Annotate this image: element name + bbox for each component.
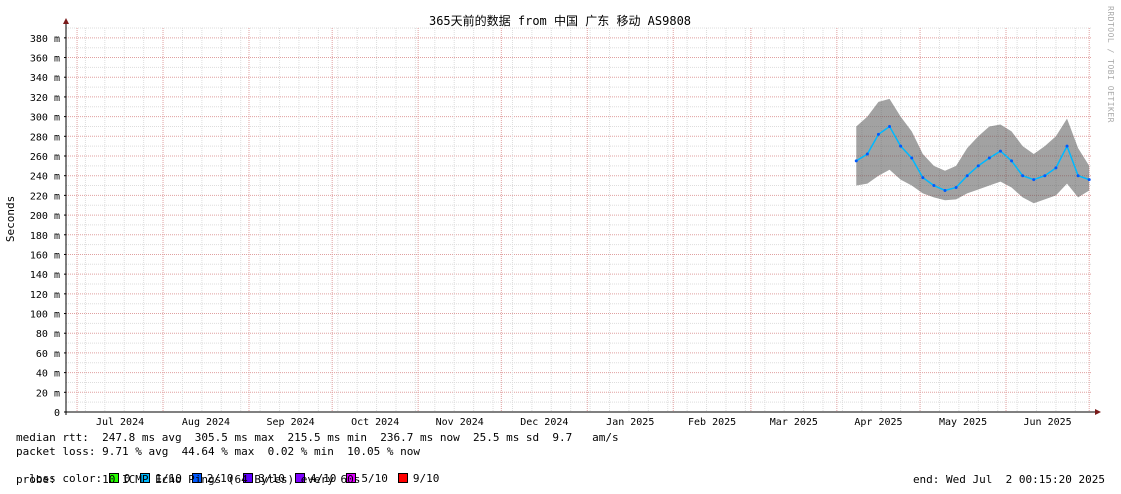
median-rtt-point xyxy=(899,144,903,148)
x-tick-label: Jan 2025 xyxy=(606,417,654,428)
y-tick-label: 280 m xyxy=(30,132,60,143)
median-rtt-point xyxy=(987,156,991,160)
y-tick-label: 320 m xyxy=(30,93,60,104)
y-tick-label: 180 m xyxy=(30,231,60,242)
rtt-range-band xyxy=(856,98,1090,204)
y-axis-label: Seconds xyxy=(4,196,17,242)
y-tick-label: 360 m xyxy=(30,54,60,65)
latency-chart: 0 20 m 40 m 60 m 80 m 100 m 120 m 140 m 160 m 180… xyxy=(4,13,1101,428)
x-axis-ticks: Jul 2024 Aug 2024 Sep 2024 Oct 2024 Nov 2024… xyxy=(96,417,1072,428)
packet-loss-stats: packet loss: 9.71 % avg 44.64 % max 0.02… xyxy=(16,445,420,458)
median-rtt-point xyxy=(976,164,980,168)
median-rtt-point xyxy=(1065,144,1069,148)
x-tick-label: Jun 2025 xyxy=(1024,417,1072,428)
x-tick-label: Dec 2024 xyxy=(520,417,568,428)
median-rtt-point xyxy=(1032,178,1036,182)
y-tick-label: 40 m xyxy=(36,369,60,380)
y-tick-label: 60 m xyxy=(36,349,60,360)
chart-title: 365天前的数据 from 中国 广东 移动 AS9808 xyxy=(429,13,691,28)
x-axis-arrow xyxy=(1095,409,1101,415)
y-tick-label: 340 m xyxy=(30,73,60,84)
median-rtt-point xyxy=(865,152,869,156)
x-tick-label: May 2025 xyxy=(939,417,987,428)
y-tick-label: 0 xyxy=(54,408,60,419)
median-rtt-point xyxy=(1010,159,1014,163)
x-tick-label: Feb 2025 xyxy=(688,417,736,428)
end-time: end: Wed Jul 2 00:15:20 2025 xyxy=(912,473,1105,486)
y-tick-label: 120 m xyxy=(30,290,60,301)
x-tick-label: Nov 2024 xyxy=(436,417,484,428)
median-rtt-point xyxy=(854,159,858,163)
loss-color-item: 9/10 xyxy=(397,472,440,485)
x-tick-label: Mar 2025 xyxy=(770,417,818,428)
y-tick-label: 100 m xyxy=(30,310,60,321)
y-tick-label: 240 m xyxy=(30,172,60,183)
y-axis-ticks: 0 20 m 40 m 60 m 80 m 100 m 120 m 140 m 160 m 180… xyxy=(30,34,60,419)
loss-color-text: 9/10 xyxy=(412,472,440,485)
median-rtt-point xyxy=(1054,166,1058,170)
y-axis-arrow xyxy=(63,18,69,24)
y-tick-label: 300 m xyxy=(30,113,60,124)
x-tick-label: Jul 2024 xyxy=(96,417,144,428)
median-rtt-point xyxy=(1021,174,1025,178)
median-rtt-point xyxy=(1043,174,1047,178)
loss-color-swatch xyxy=(397,473,408,483)
median-rtt-point xyxy=(888,124,892,128)
x-tick-label: Oct 2024 xyxy=(351,417,399,428)
x-tick-label: Aug 2024 xyxy=(182,417,230,428)
median-rtt-point xyxy=(998,149,1002,153)
x-tick-label: Apr 2025 xyxy=(854,417,902,428)
rrdtool-watermark: RRDTOOL / TOBI OETIKER xyxy=(1106,6,1115,123)
median-rtt-stats: median rtt: 247.8 ms avg 305.5 ms max 21… xyxy=(16,431,619,444)
y-tick-label: 140 m xyxy=(30,270,60,281)
y-tick-label: 80 m xyxy=(36,329,60,340)
median-rtt-point xyxy=(910,156,914,160)
median-rtt-point xyxy=(1087,178,1091,182)
y-tick-label: 200 m xyxy=(30,211,60,222)
median-rtt-point xyxy=(1076,174,1080,178)
median-rtt-point xyxy=(954,186,958,190)
latency-series xyxy=(854,98,1091,204)
y-tick-label: 220 m xyxy=(30,191,60,202)
x-tick-label: Sep 2024 xyxy=(266,417,314,428)
y-tick-label: 380 m xyxy=(30,34,60,45)
y-tick-label: 160 m xyxy=(30,250,60,261)
y-tick-label: 20 m xyxy=(36,388,60,399)
y-tick-label: 260 m xyxy=(30,152,60,163)
median-rtt-point xyxy=(943,188,947,192)
chart-grid xyxy=(65,27,1092,412)
loss-color-text: 5/10 xyxy=(361,472,388,485)
probe-info: probe: 10 ICMP Echo Pings (64 Bytes) eve… xyxy=(16,473,361,486)
median-rtt-point xyxy=(932,184,936,188)
median-rtt-point xyxy=(965,174,969,178)
median-rtt-point xyxy=(876,132,880,136)
median-rtt-point xyxy=(921,176,925,180)
